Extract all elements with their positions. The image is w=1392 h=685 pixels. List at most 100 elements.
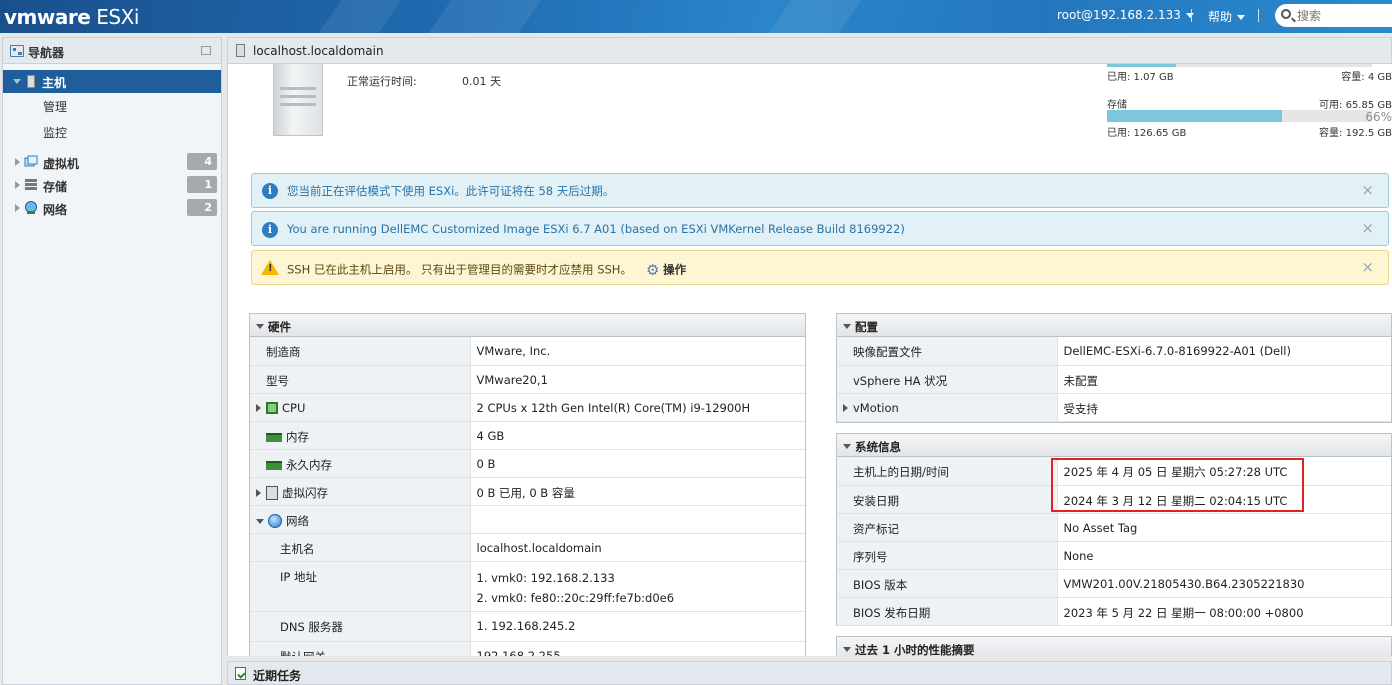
table-row[interactable]: CPU 2 CPUs x 12th Gen Intel(R) Core(TM) i… <box>250 393 805 422</box>
table-row[interactable]: 虚拟闪存 0 B 已用, 0 B 容量 <box>250 477 805 506</box>
system-info-card-header[interactable]: 系统信息 <box>837 434 1391 457</box>
brand-vm: vmware <box>4 5 91 29</box>
memory-usage: 已用: 1.07 GB 容量: 4 GB <box>1107 64 1392 83</box>
row-value: VMware20,1 <box>470 365 805 394</box>
collapse-arrow-icon[interactable] <box>843 444 851 449</box>
nav-item-storage[interactable]: 存储 1 <box>3 175 221 195</box>
table-row: BIOS 版本 VMW201.00V.21805430.B64.230522183… <box>837 569 1391 598</box>
collapse-arrow-icon[interactable] <box>843 324 851 329</box>
table-row: 永久内存 0 B <box>250 449 805 478</box>
row-key: 内存 <box>286 429 309 444</box>
collapse-arrow-icon[interactable] <box>843 647 851 652</box>
user-label: root@192.168.2.133 <box>1057 8 1181 22</box>
recent-tasks-title: 近期任务 <box>253 669 302 683</box>
expand-arrow-icon[interactable] <box>256 404 261 412</box>
table-row: IP 地址 1. vmk0: 192.168.2.133 2. vmk0: fe80… <box>250 561 805 612</box>
collapse-panel-icon[interactable] <box>201 46 211 55</box>
card-title: 过去 1 小时的性能摘要 <box>855 643 975 656</box>
expand-arrow-icon[interactable] <box>15 181 20 189</box>
performance-summary-card: 过去 1 小时的性能摘要 <box>836 636 1392 656</box>
alert-text: SSH 已在此主机上启用。 只有出于管理目的需要时才应禁用 SSH。 <box>287 262 632 277</box>
collapse-arrow-icon[interactable] <box>256 324 264 329</box>
row-key: CPU <box>282 400 306 415</box>
expand-arrow-icon[interactable] <box>256 489 261 497</box>
row-key: 型号 <box>250 365 471 394</box>
table-row: 内存 4 GB <box>250 421 805 450</box>
uptime-value: 0.01 天 <box>462 75 501 88</box>
expand-arrow-icon[interactable] <box>13 79 21 84</box>
top-bar: vmware ESXi root@192.168.2.133 帮助 <box>0 0 1392 33</box>
storage-capacity: 容量: 192.5 GB <box>1319 128 1392 139</box>
nav-item-network[interactable]: 网络 2 <box>3 198 221 218</box>
expand-arrow-icon[interactable] <box>15 204 20 212</box>
alert-text-wrap: SSH 已在此主机上启用。 只有出于管理目的需要时才应禁用 SSH。 ⚙ 操作 <box>287 261 686 279</box>
close-icon[interactable]: × <box>1361 258 1374 276</box>
tasks-icon <box>235 667 246 680</box>
nav-item-host[interactable]: 主机 <box>3 70 221 93</box>
table-row[interactable]: 网络 <box>250 505 805 534</box>
table-row[interactable]: vMotion 受支持 <box>837 393 1391 422</box>
row-key: 序列号 <box>837 541 1058 570</box>
ip-address-2: 2. vmk0: fe80::20c:29ff:fe7b:d0e6 <box>476 590 675 605</box>
help-menu[interactable]: 帮助 <box>1208 8 1246 25</box>
row-value: VMW201.00V.21805430.B64.2305221830 <box>1057 569 1391 598</box>
row-value: 受支持 <box>1057 393 1391 422</box>
row-value-cell: 1. vmk0: 192.168.2.133 2. vmk0: fe80::20c… <box>470 561 805 612</box>
nav-item-manage[interactable]: 管理 <box>43 98 67 115</box>
row-value: No Asset Tag <box>1057 513 1391 542</box>
hardware-card-header[interactable]: 硬件 <box>250 314 805 337</box>
row-key: 默认网关 <box>250 641 471 656</box>
row-value: DellEMC-ESXi-6.7.0-8169922-A01 (Dell) <box>1057 337 1391 366</box>
nav-item-vms[interactable]: 虚拟机 4 <box>3 152 221 172</box>
card-title: 硬件 <box>268 320 291 334</box>
nav-item-label: 存储 <box>43 180 68 194</box>
nav-item-monitor[interactable]: 监控 <box>43 124 67 141</box>
user-menu[interactable]: root@192.168.2.133 <box>1057 8 1194 22</box>
search-input[interactable] <box>1297 7 1392 24</box>
table-row: BIOS 发布日期 2023 年 5 月 22 日 星期一 08:00:00 +0… <box>837 597 1391 626</box>
storage-used: 已用: 126.65 GB <box>1107 128 1187 139</box>
row-value: 0 B 已用, 0 B 容量 <box>470 477 805 506</box>
search-box <box>1275 4 1392 27</box>
expand-arrow-icon[interactable] <box>843 404 848 412</box>
row-key: 制造商 <box>250 337 471 366</box>
close-icon[interactable]: × <box>1361 181 1374 199</box>
vmware-esxi-logo[interactable]: vmware ESXi <box>4 5 139 29</box>
row-value: 未配置 <box>1057 365 1391 394</box>
server-image <box>273 64 323 136</box>
row-key: BIOS 版本 <box>837 569 1058 598</box>
performance-card-header[interactable]: 过去 1 小时的性能摘要 <box>837 637 1391 656</box>
main-header: localhost.localdomain <box>227 37 1392 64</box>
row-key: 映像配置文件 <box>837 337 1058 366</box>
row-key: 永久内存 <box>286 457 332 472</box>
close-icon[interactable]: × <box>1361 219 1374 237</box>
configuration-table: 映像配置文件 DellEMC-ESXi-6.7.0-8169922-A01 (De… <box>837 337 1391 422</box>
navigator-icon <box>10 45 24 57</box>
table-row: 制造商 VMware, Inc. <box>250 337 805 366</box>
navigator-header: 导航器 <box>3 38 221 64</box>
row-value <box>470 505 805 534</box>
row-key: 主机上的日期/时间 <box>837 457 1058 486</box>
info-icon: i <box>262 183 278 199</box>
actions-button[interactable]: 操作 <box>663 263 686 277</box>
collapse-arrow-icon[interactable] <box>256 518 264 524</box>
table-row: 资产标记 No Asset Tag <box>837 513 1391 542</box>
gear-icon[interactable]: ⚙ <box>646 261 659 279</box>
card-title: 系统信息 <box>855 440 901 454</box>
recent-tasks-bar[interactable]: 近期任务 <box>227 661 1392 685</box>
storage-free: 可用: 65.85 GB <box>1319 100 1392 111</box>
navigator-title: 导航器 <box>28 46 65 60</box>
table-row: 主机名 localhost.localdomain <box>250 533 805 562</box>
row-value: 0 B <box>470 449 805 478</box>
memory-used: 已用: 1.07 GB <box>1107 72 1174 83</box>
help-label: 帮助 <box>1208 10 1233 24</box>
network-icon <box>268 514 282 528</box>
table-row: 默认网关192.168.2.255 <box>250 641 805 656</box>
row-key: BIOS 发布日期 <box>837 597 1058 626</box>
info-icon: i <box>262 222 278 238</box>
main-content: 正常运行时间: 0.01 天 已用: 1.07 GB 容量: 4 GB 存储 可… <box>227 64 1392 656</box>
configuration-card-header[interactable]: 配置 <box>837 314 1391 337</box>
nav-host-label: 主机 <box>42 76 67 90</box>
storage-percent: 66% <box>1365 110 1392 124</box>
expand-arrow-icon[interactable] <box>15 158 20 166</box>
